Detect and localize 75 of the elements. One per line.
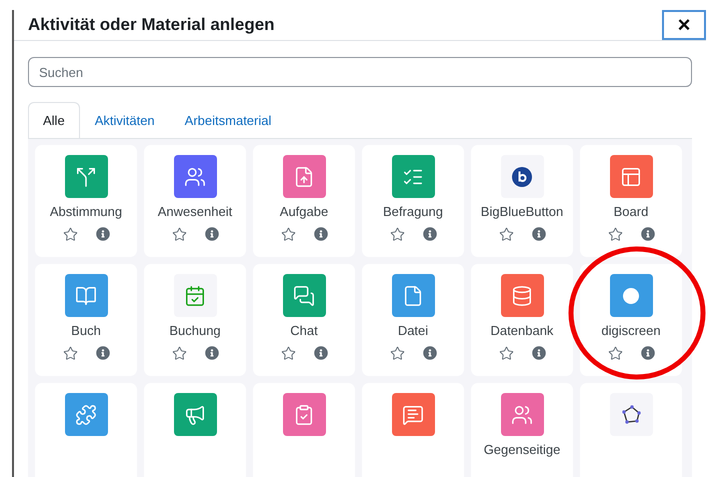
- message-icon: [402, 404, 424, 426]
- database-icon: [511, 284, 533, 306]
- activity-card[interactable]: Chat: [253, 264, 355, 376]
- activity-label: Buchung: [169, 323, 221, 338]
- activity-label: Datei: [398, 323, 428, 338]
- activity-label: Board: [614, 204, 648, 219]
- close-button[interactable]: ×: [662, 10, 706, 40]
- activity-card[interactable]: Board: [580, 145, 682, 257]
- activity-card[interactable]: digiscreen: [580, 264, 682, 376]
- star-icon[interactable]: [172, 346, 186, 361]
- info-icon[interactable]: [314, 346, 328, 361]
- windows-icon: [620, 166, 642, 188]
- activity-label: Anwesenheit: [158, 204, 232, 219]
- puzzle-icon: [75, 404, 97, 426]
- info-icon[interactable]: [422, 346, 436, 361]
- activity-card[interactable]: Anwesenheit: [144, 145, 246, 257]
- info-icon[interactable]: [314, 227, 328, 242]
- people-icon: [184, 166, 206, 188]
- star-icon[interactable]: [62, 227, 78, 242]
- book-icon: [75, 284, 97, 306]
- info-icon[interactable]: [640, 227, 654, 242]
- activity-label: Befragung: [383, 204, 443, 219]
- activity-card[interactable]: Aufgabe: [253, 145, 355, 257]
- info-icon[interactable]: [422, 227, 436, 242]
- star-icon[interactable]: [608, 227, 622, 242]
- calendar-check-icon: [184, 284, 206, 306]
- dot-icon: [623, 288, 639, 304]
- star-icon[interactable]: [390, 346, 404, 361]
- info-icon[interactable]: [204, 346, 218, 361]
- b-logo-icon: [512, 166, 532, 186]
- star-icon[interactable]: [62, 346, 78, 361]
- star-icon[interactable]: [280, 346, 296, 361]
- activity-card[interactable]: [144, 383, 246, 477]
- star-icon[interactable]: [390, 227, 404, 242]
- activity-label: BigBlueButton: [480, 204, 564, 219]
- info-icon[interactable]: [96, 227, 110, 242]
- info-icon[interactable]: [532, 227, 546, 242]
- info-icon[interactable]: [532, 346, 546, 361]
- dialog-title: Aktivität oder Material anlegen: [27, 15, 275, 35]
- activity-card[interactable]: [253, 383, 355, 477]
- activity-label: Datenbank: [490, 323, 554, 338]
- star-icon[interactable]: [498, 346, 514, 361]
- info-icon[interactable]: [204, 227, 218, 242]
- activity-card[interactable]: Buchung: [144, 264, 246, 376]
- activity-card[interactable]: Befragung: [362, 145, 464, 257]
- info-icon[interactable]: [96, 346, 110, 361]
- activity-card[interactable]: Buch: [35, 264, 137, 376]
- search-field[interactable]: Suchen: [28, 57, 692, 87]
- activity-card[interactable]: Datenbank: [471, 264, 573, 376]
- file-upload-icon: [293, 166, 315, 188]
- tab[interactable]: Alle: [28, 102, 80, 138]
- info-icon[interactable]: [640, 346, 654, 361]
- activity-label: Chat: [290, 323, 318, 338]
- activity-card[interactable]: [362, 383, 464, 477]
- star-icon[interactable]: [608, 346, 622, 361]
- activity-label: Aufgabe: [280, 204, 328, 219]
- activity-card[interactable]: BigBlueButton: [471, 145, 573, 257]
- activity-label: digiscreen: [601, 323, 661, 338]
- activity-card[interactable]: [35, 383, 137, 477]
- star-icon[interactable]: [280, 227, 296, 242]
- star-icon[interactable]: [498, 227, 514, 242]
- activity-card[interactable]: Abstimmung: [35, 145, 137, 257]
- activity-card[interactable]: Gegenseitige: [471, 383, 573, 477]
- activity-card[interactable]: Datei: [362, 264, 464, 376]
- split-arrows-icon: [75, 166, 97, 188]
- people-icon: [511, 404, 533, 426]
- star-icon[interactable]: [172, 227, 186, 242]
- activity-label: Abstimmung: [50, 204, 122, 219]
- checklist-icon: [293, 404, 315, 426]
- file-icon: [402, 284, 424, 306]
- activity-label: Buch: [71, 323, 101, 338]
- activity-label: Gegenseitige: [484, 442, 560, 457]
- chat-bubbles-icon: [293, 284, 315, 306]
- megaphone-icon: [184, 404, 206, 426]
- polygon-icon: [620, 404, 642, 426]
